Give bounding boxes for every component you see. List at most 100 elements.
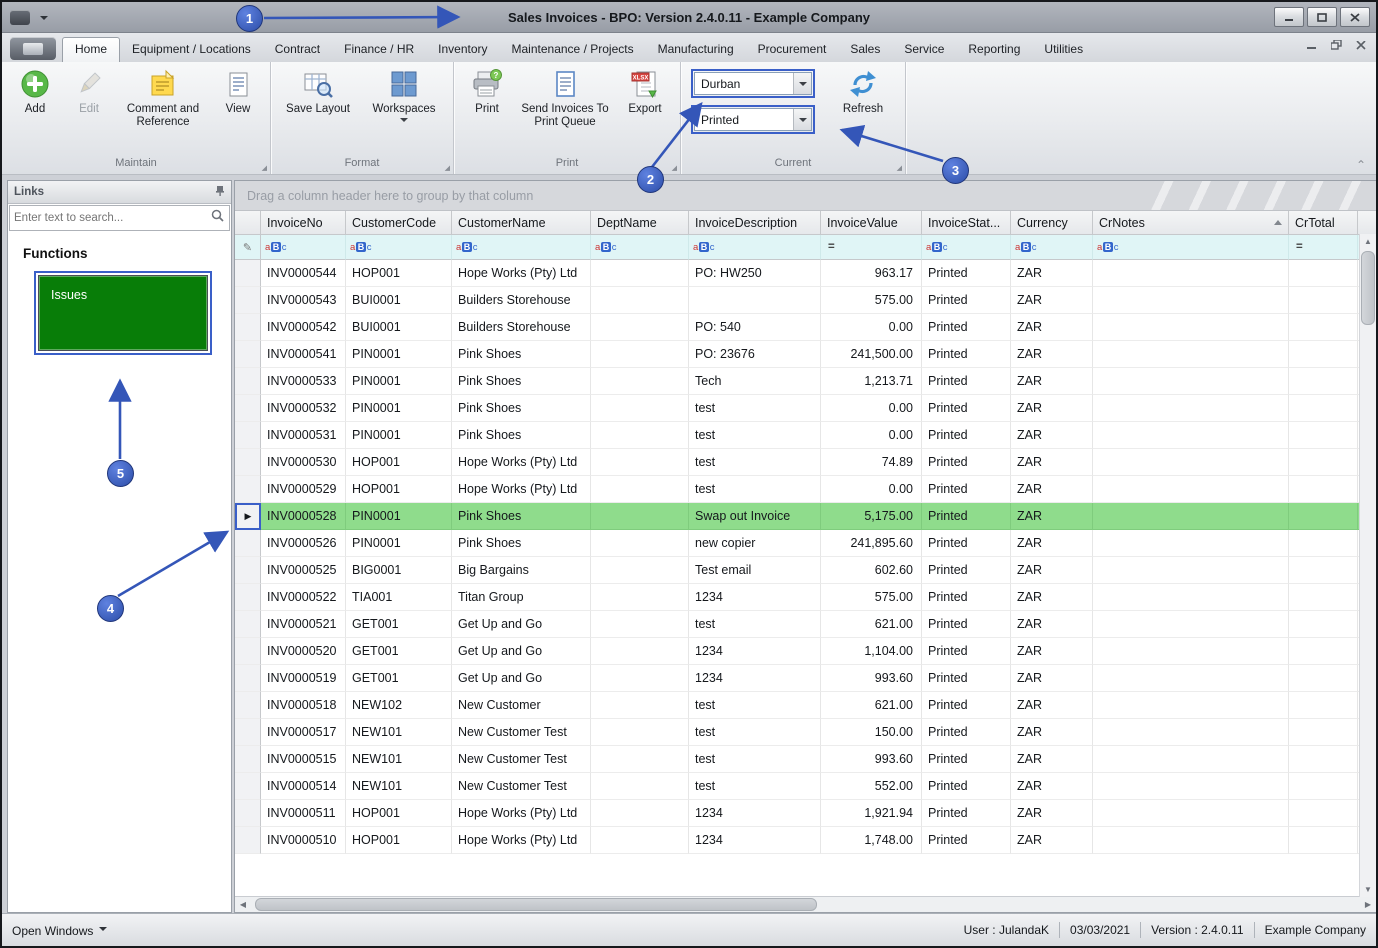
refresh-button[interactable]: Refresh bbox=[826, 65, 900, 116]
scroll-right-button[interactable]: ▶ bbox=[1360, 897, 1376, 912]
table-row[interactable]: ▶ INV0000528 PIN0001 Pink Shoes Swap out Inv… bbox=[235, 503, 1376, 530]
row-indicator[interactable] bbox=[235, 476, 261, 503]
app-menu-button[interactable] bbox=[10, 37, 56, 60]
tab-utilities[interactable]: Utilities bbox=[1032, 38, 1095, 62]
site-dropdown[interactable]: Durban bbox=[691, 69, 815, 98]
minimize-button[interactable] bbox=[1274, 7, 1304, 27]
column-header-invoicestat[interactable]: InvoiceStat... bbox=[922, 211, 1011, 235]
tab-equipment-locations[interactable]: Equipment / Locations bbox=[120, 38, 263, 62]
close-button[interactable] bbox=[1340, 7, 1370, 27]
table-row[interactable]: INV0000517 NEW101 New Customer Test test 150… bbox=[235, 719, 1376, 746]
row-indicator[interactable] bbox=[235, 611, 261, 638]
status-dropdown[interactable]: Printed bbox=[691, 105, 815, 134]
table-row[interactable]: INV0000526 PIN0001 Pink Shoes new copier 241… bbox=[235, 530, 1376, 557]
table-row[interactable]: INV0000520 GET001 Get Up and Go 1234 1,104.0… bbox=[235, 638, 1376, 665]
horizontal-scroll-thumb[interactable] bbox=[255, 898, 817, 911]
row-indicator[interactable] bbox=[235, 287, 261, 314]
print-button[interactable]: ? Print bbox=[459, 65, 515, 116]
table-row[interactable]: INV0000541 PIN0001 Pink Shoes PO: 23676 241,… bbox=[235, 341, 1376, 368]
edit-button[interactable]: Edit bbox=[63, 65, 115, 116]
vertical-scrollbar[interactable]: ▲ ▼ bbox=[1359, 234, 1376, 897]
tab-sales[interactable]: Sales bbox=[838, 38, 892, 62]
row-indicator[interactable] bbox=[235, 395, 261, 422]
comment-and-reference-button[interactable]: Comment and Reference bbox=[115, 65, 211, 128]
table-row[interactable]: INV0000532 PIN0001 Pink Shoes test 0.00 Print… bbox=[235, 395, 1376, 422]
filter-cell-crtotal[interactable]: = bbox=[1289, 235, 1358, 260]
column-header-invoicevalue[interactable]: InvoiceValue bbox=[821, 211, 922, 235]
row-indicator[interactable] bbox=[235, 800, 261, 827]
table-row[interactable]: INV0000531 PIN0001 Pink Shoes test 0.00 Print… bbox=[235, 422, 1376, 449]
table-row[interactable]: INV0000542 BUI0001 Builders Storehouse PO: … bbox=[235, 314, 1376, 341]
filter-cell-invoiceno[interactable]: aBc bbox=[261, 235, 346, 260]
mdi-minimize-icon[interactable] bbox=[1307, 41, 1317, 50]
scroll-down-button[interactable]: ▼ bbox=[1360, 882, 1376, 897]
table-row[interactable]: INV0000511 HOP001 Hope Works (Pty) Ltd 1234… bbox=[235, 800, 1376, 827]
tab-maintenance-projects[interactable]: Maintenance / Projects bbox=[500, 38, 646, 62]
mdi-restore-icon[interactable] bbox=[1331, 40, 1342, 50]
filter-cell-customername[interactable]: aBc bbox=[452, 235, 591, 260]
row-indicator[interactable] bbox=[235, 260, 261, 287]
row-indicator[interactable] bbox=[235, 719, 261, 746]
table-row[interactable]: INV0000543 BUI0001 Builders Storehouse 575.… bbox=[235, 287, 1376, 314]
column-header-invoicedescription[interactable]: InvoiceDescription bbox=[689, 211, 821, 235]
row-indicator[interactable] bbox=[235, 557, 261, 584]
filter-cell-crnotes[interactable]: aBc bbox=[1093, 235, 1289, 260]
filter-cell-deptname[interactable]: aBc bbox=[591, 235, 689, 260]
table-row[interactable]: INV0000544 HOP001 Hope Works (Pty) Ltd PO: … bbox=[235, 260, 1376, 287]
issues-button[interactable]: Issues bbox=[38, 275, 208, 351]
filter-cell-currency[interactable]: aBc bbox=[1011, 235, 1093, 260]
row-indicator[interactable]: ▶ bbox=[235, 503, 261, 530]
collapse-ribbon-icon[interactable]: ⌃ bbox=[1356, 158, 1366, 172]
filter-cell-invoicevalue[interactable]: = bbox=[821, 235, 922, 260]
site-dropdown-caret-icon[interactable] bbox=[793, 73, 811, 94]
column-header-customername[interactable]: CustomerName bbox=[452, 211, 591, 235]
table-row[interactable]: INV0000518 NEW102 New Customer test 621.00 Pr… bbox=[235, 692, 1376, 719]
column-header-customercode[interactable]: CustomerCode bbox=[346, 211, 452, 235]
filter-cell-invoicedescription[interactable]: aBc bbox=[689, 235, 821, 260]
row-indicator[interactable] bbox=[235, 341, 261, 368]
column-header-crtotal[interactable]: CrTotal bbox=[1289, 211, 1358, 235]
tab-reporting[interactable]: Reporting bbox=[956, 38, 1032, 62]
column-header-crnotes[interactable]: CrNotes bbox=[1093, 211, 1289, 235]
send-invoices-to-print-queue-button[interactable]: Send Invoices To Print Queue bbox=[515, 65, 615, 128]
table-row[interactable]: INV0000530 HOP001 Hope Works (Pty) Ltd test… bbox=[235, 449, 1376, 476]
tab-service[interactable]: Service bbox=[892, 38, 956, 62]
row-indicator[interactable] bbox=[235, 773, 261, 800]
add-button[interactable]: Add bbox=[7, 65, 63, 116]
row-indicator[interactable] bbox=[235, 584, 261, 611]
scroll-left-button[interactable]: ◀ bbox=[235, 897, 251, 912]
tab-manufacturing[interactable]: Manufacturing bbox=[646, 38, 746, 62]
tab-home[interactable]: Home bbox=[62, 37, 121, 62]
search-input[interactable] bbox=[10, 212, 211, 224]
vertical-scroll-thumb[interactable] bbox=[1361, 251, 1375, 325]
pin-icon[interactable] bbox=[215, 183, 225, 201]
dialog-launcher-icon[interactable]: ◢ bbox=[262, 164, 267, 172]
row-indicator[interactable] bbox=[235, 422, 261, 449]
table-row[interactable]: INV0000510 HOP001 Hope Works (Pty) Ltd 1234… bbox=[235, 827, 1376, 854]
search-icon[interactable] bbox=[211, 209, 224, 227]
filter-cell-invoicestat[interactable]: aBc bbox=[922, 235, 1011, 260]
maximize-button[interactable] bbox=[1307, 7, 1337, 27]
row-indicator[interactable] bbox=[235, 449, 261, 476]
row-indicator[interactable] bbox=[235, 665, 261, 692]
table-row[interactable]: INV0000529 HOP001 Hope Works (Pty) Ltd test… bbox=[235, 476, 1376, 503]
table-row[interactable]: INV0000525 BIG0001 Big Bargains Test email 6… bbox=[235, 557, 1376, 584]
workspaces-button[interactable]: Workspaces bbox=[360, 65, 448, 126]
export-button[interactable]: XLSX Export bbox=[615, 65, 675, 116]
row-indicator[interactable] bbox=[235, 638, 261, 665]
table-row[interactable]: INV0000515 NEW101 New Customer Test test 993… bbox=[235, 746, 1376, 773]
row-indicator[interactable] bbox=[235, 692, 261, 719]
tab-procurement[interactable]: Procurement bbox=[746, 38, 839, 62]
horizontal-scrollbar[interactable]: ◀ ▶ bbox=[235, 896, 1376, 912]
group-by-bar[interactable]: Drag a column header here to group by th… bbox=[235, 181, 1376, 211]
row-indicator[interactable] bbox=[235, 746, 261, 773]
view-button[interactable]: View bbox=[211, 65, 265, 116]
table-row[interactable]: INV0000522 TIA001 Titan Group 1234 575.00 Pri… bbox=[235, 584, 1376, 611]
table-row[interactable]: INV0000519 GET001 Get Up and Go 1234 993.60 P… bbox=[235, 665, 1376, 692]
mdi-close-icon[interactable] bbox=[1356, 40, 1366, 50]
table-row[interactable]: INV0000533 PIN0001 Pink Shoes Tech 1,213.71 P… bbox=[235, 368, 1376, 395]
row-indicator[interactable] bbox=[235, 827, 261, 854]
save-layout-button[interactable]: Save Layout bbox=[276, 65, 360, 116]
tab-finance-hr[interactable]: Finance / HR bbox=[332, 38, 426, 62]
row-indicator[interactable] bbox=[235, 368, 261, 395]
